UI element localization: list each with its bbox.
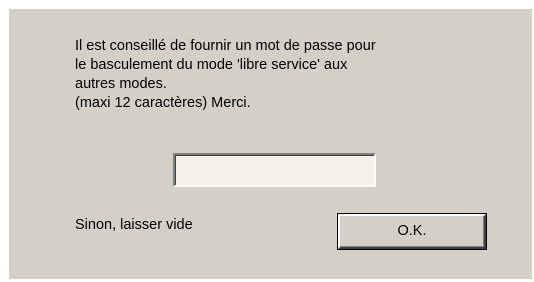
- ok-button[interactable]: O.K.: [338, 214, 486, 249]
- password-input[interactable]: [173, 153, 376, 187]
- leave-empty-hint: Sinon, laisser vide: [75, 217, 193, 233]
- message-line-3: autres modes.: [75, 76, 167, 92]
- message-line-4: (maxi 12 caractères) Merci.: [75, 95, 251, 111]
- message-line-2: le basculement du mode 'libre service' a…: [75, 57, 348, 73]
- password-dialog: Il est conseillé de fournir un mot de pa…: [9, 9, 532, 279]
- message-line-1: Il est conseillé de fournir un mot de pa…: [75, 38, 376, 54]
- instruction-message: Il est conseillé de fournir un mot de pa…: [75, 37, 495, 113]
